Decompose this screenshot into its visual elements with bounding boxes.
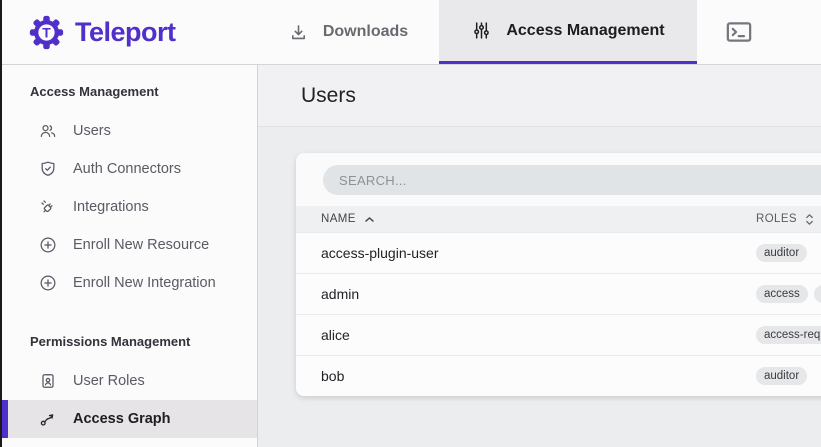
- sidebar-item-label: Access Graph: [73, 411, 171, 427]
- sort-asc-icon: [364, 216, 375, 223]
- table-row[interactable]: alice access-reque: [296, 314, 821, 355]
- main-content: Users NAME: [258, 65, 821, 447]
- plus-circle-icon: [38, 273, 58, 293]
- user-name: alice: [321, 327, 756, 343]
- svg-text:T: T: [42, 24, 51, 40]
- app-window: T Teleport Downloads Acce: [0, 0, 821, 447]
- users-icon: [38, 121, 58, 141]
- sidebar-item-user-roles[interactable]: User Roles: [2, 362, 257, 400]
- column-roles-label: ROLES: [756, 213, 797, 225]
- table-header: NAME ROLES: [296, 206, 821, 232]
- terminal-icon[interactable]: [724, 19, 754, 45]
- sliders-icon: [471, 20, 492, 41]
- users-card: NAME ROLES: [296, 153, 821, 396]
- shield-check-icon: [38, 159, 58, 179]
- user-roles: access a: [756, 285, 821, 303]
- role-badge: access: [756, 285, 808, 303]
- column-header-roles[interactable]: ROLES: [756, 213, 821, 226]
- user-roles: auditor: [756, 367, 821, 385]
- sidebar-item-access-graph[interactable]: Access Graph: [2, 400, 257, 438]
- sidebar-item-auth-connectors[interactable]: Auth Connectors: [2, 150, 257, 188]
- download-icon: [288, 22, 309, 43]
- tab-access-management-label: Access Management: [506, 22, 664, 40]
- plug-icon: [38, 197, 58, 217]
- tab-downloads-label: Downloads: [323, 23, 408, 41]
- logo-text: Teleport: [75, 17, 176, 48]
- search-bar: [323, 165, 821, 195]
- sidebar-item-enroll-new-resource[interactable]: Enroll New Resource: [2, 226, 257, 264]
- sidebar-heading-access-management: Access Management: [2, 84, 257, 100]
- trend-arrow-icon: [38, 409, 58, 429]
- user-name: bob: [321, 368, 756, 384]
- user-name: admin: [321, 286, 756, 302]
- tab-access-management[interactable]: Access Management: [439, 0, 697, 64]
- role-badge: access-reque: [756, 326, 821, 344]
- sidebar-item-label: Enroll New Integration: [73, 275, 216, 291]
- teleport-logo[interactable]: T Teleport: [2, 0, 257, 64]
- sidebar-item-enroll-new-integration[interactable]: Enroll New Integration: [2, 264, 257, 302]
- role-badge: auditor: [756, 244, 807, 262]
- page-title: Users: [301, 84, 356, 108]
- sort-both-icon: [805, 213, 814, 226]
- page-header: Users: [258, 65, 821, 127]
- table-row[interactable]: admin access a: [296, 273, 821, 314]
- table-row[interactable]: bob auditor: [296, 355, 821, 396]
- sidebar-item-label: Users: [73, 123, 111, 139]
- search-input[interactable]: [323, 173, 821, 188]
- sidebar-item-label: Auth Connectors: [73, 161, 181, 177]
- column-header-name[interactable]: NAME: [321, 213, 756, 225]
- column-name-label: NAME: [321, 213, 356, 225]
- topbar: T Teleport Downloads Acce: [2, 0, 821, 65]
- sidebar-item-label: Integrations: [73, 199, 149, 215]
- sidebar-item-integrations[interactable]: Integrations: [2, 188, 257, 226]
- id-badge-icon: [38, 371, 58, 391]
- user-roles: access-reque: [756, 326, 821, 344]
- sidebar-item-label: User Roles: [73, 373, 145, 389]
- role-badge: a: [814, 285, 821, 303]
- user-roles: auditor: [756, 244, 821, 262]
- user-name: access-plugin-user: [321, 245, 756, 261]
- role-badge: auditor: [756, 367, 807, 385]
- sidebar-item-label: Enroll New Resource: [73, 237, 209, 253]
- sidebar-heading-permissions-management: Permissions Management: [2, 334, 257, 350]
- plus-circle-icon: [38, 235, 58, 255]
- sidebar: Access Management Users: [2, 65, 258, 447]
- table-row[interactable]: access-plugin-user auditor: [296, 232, 821, 273]
- sidebar-item-users[interactable]: Users: [2, 112, 257, 150]
- tab-downloads[interactable]: Downloads: [257, 0, 439, 64]
- teleport-gear-icon: T: [28, 14, 65, 51]
